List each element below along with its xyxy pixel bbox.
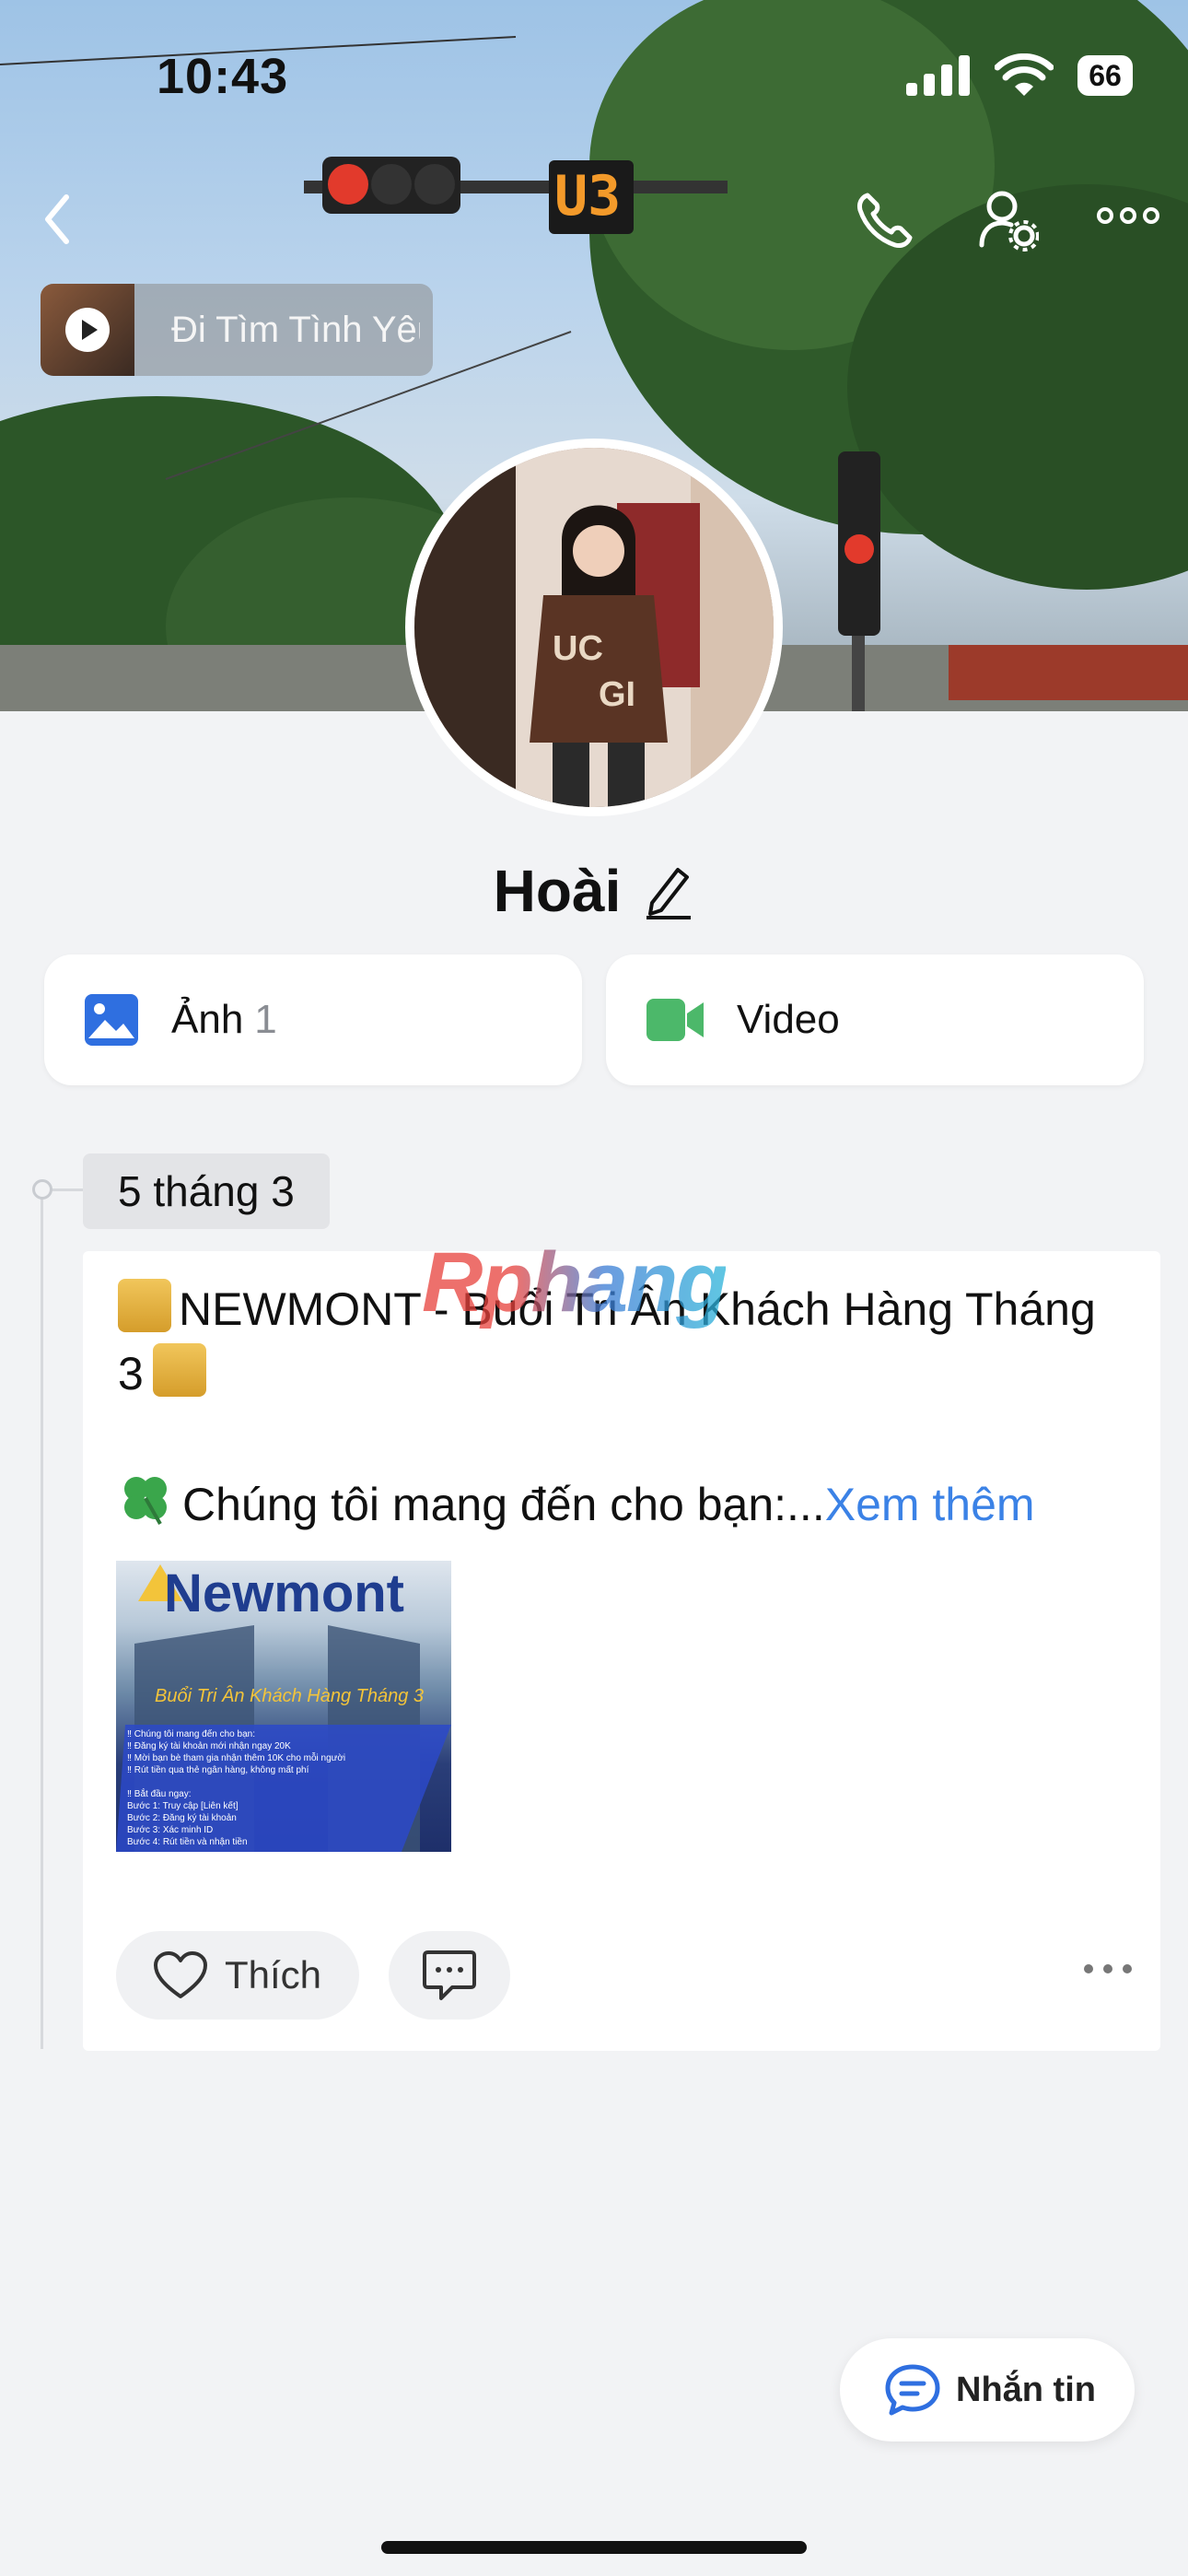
chat-bubble-icon [885, 2364, 940, 2416]
avatar[interactable]: UC GI [405, 439, 783, 816]
convenience-store-emoji-icon [152, 1343, 206, 1397]
status-icons: 66 [906, 53, 1133, 98]
post-image-headline: Buổi Tri Ân Khách Hàng Tháng 3 [155, 1686, 425, 1706]
timeline-post[interactable]: NEWMONT - Buổi Tri Ân Khách Hàng Tháng 3… [83, 1251, 1160, 2051]
see-more-link[interactable]: Xem thêm [825, 1479, 1035, 1530]
video-camera-icon [646, 999, 704, 1041]
profile-name-row: Hoài [0, 857, 1188, 925]
battery-indicator: 66 [1077, 55, 1133, 96]
avatar-photo: UC GI [414, 448, 774, 807]
photos-label: Ảnh [171, 997, 244, 1042]
post-image[interactable]: Newmont Buổi Tri Ân Khách Hàng Tháng 3 ‼… [116, 1561, 451, 1852]
home-indicator[interactable] [381, 2541, 807, 2554]
convenience-store-emoji-icon [118, 1279, 171, 1332]
avatar-figure: UC GI [414, 448, 774, 807]
photo-gallery-icon [85, 994, 138, 1046]
timeline-date: 5 tháng 3 [83, 1153, 330, 1229]
traffic-countdown: U3 [554, 164, 622, 228]
photos-count: 1 [254, 997, 277, 1042]
svg-text:UC: UC [553, 629, 603, 668]
play-icon [65, 308, 110, 352]
heart-icon [154, 1951, 207, 1998]
timeline-tick [50, 1188, 83, 1191]
svg-text:GI: GI [599, 675, 635, 714]
edit-pencil-icon[interactable] [643, 862, 694, 919]
cellular-signal-icon [906, 55, 970, 96]
profile-name: Hoài [493, 858, 622, 924]
music-thumbnail [41, 284, 134, 376]
post-more-icon[interactable] [1083, 1962, 1133, 1975]
like-button[interactable]: Thích [116, 1931, 359, 2020]
videos-label: Video [737, 997, 840, 1042]
profile-settings-icon[interactable] [978, 188, 1039, 252]
profile-music-chip[interactable]: Đi Tìm Tình Yêu [41, 284, 433, 376]
music-title: Đi Tìm Tình Yêu [171, 309, 420, 350]
watermark: Rphang [422, 1235, 728, 1329]
post-image-body: ‼ Chúng tôi mang đến cho bạn: ‼ Đăng ký … [127, 1729, 346, 1847]
message-label: Nhắn tin [956, 2370, 1096, 2409]
timeline-line [41, 1188, 43, 2049]
wifi-icon [995, 53, 1054, 96]
post-actions: Thích [116, 1931, 1138, 2021]
timeline-dot [32, 1179, 52, 1200]
more-options-icon[interactable] [1096, 206, 1160, 225]
comment-button[interactable] [389, 1931, 510, 2020]
status-time: 10:43 [157, 49, 289, 104]
phone-call-icon[interactable] [855, 190, 915, 251]
post-line-2: Chúng tôi mang đến cho bạn:... [182, 1479, 825, 1530]
like-label: Thích [225, 1953, 322, 1996]
message-button[interactable]: Nhắn tin [840, 2338, 1135, 2441]
back-chevron-icon[interactable] [41, 192, 74, 247]
photos-button[interactable]: Ảnh 1 [44, 954, 582, 1085]
four-leaf-clover-icon [124, 1477, 167, 1525]
newmont-logo: Newmont [164, 1563, 404, 1623]
comment-icon [423, 1950, 476, 2000]
videos-button[interactable]: Video [606, 954, 1144, 1085]
